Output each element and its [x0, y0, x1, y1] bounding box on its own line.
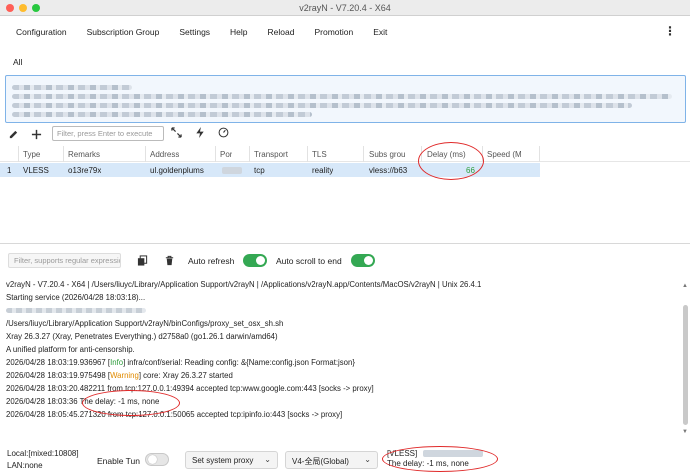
- menu-reload[interactable]: Reload: [258, 27, 305, 37]
- row-address: ul.goldenplums: [150, 166, 204, 175]
- auto-refresh-toggle[interactable]: [243, 254, 267, 267]
- scroll-up-arrow[interactable]: ▲: [682, 283, 688, 289]
- menu-subscription-group[interactable]: Subscription Group: [77, 27, 170, 37]
- menu-promotion[interactable]: Promotion: [304, 27, 363, 37]
- log-line: 2026/04/28 18:03:19.936967 [Info] infra/…: [6, 358, 355, 367]
- title-bar: v2rayN - V7.20.4 - X64: [0, 0, 690, 16]
- auto-scroll-label: Auto scroll to end: [276, 256, 342, 266]
- log-line-redacted: [6, 304, 678, 317]
- log-filter-input[interactable]: Filter, supports regular expression: [8, 253, 121, 268]
- trash-icon[interactable]: [164, 255, 175, 266]
- header-type[interactable]: Type: [23, 150, 40, 159]
- header-subs-group[interactable]: Subs grou: [369, 150, 405, 159]
- row-transport: tcp: [254, 166, 265, 175]
- log-line: /Users/liuyc/Library/Application Support…: [6, 319, 284, 328]
- auto-refresh-label: Auto refresh: [188, 256, 235, 266]
- menu-configuration[interactable]: Configuration: [6, 27, 77, 37]
- log-line: Starting service (2026/04/28 18:03:18)..…: [6, 293, 146, 302]
- server-type: [VLESS]: [387, 449, 418, 458]
- minimize-window-button[interactable]: [19, 4, 27, 12]
- speedometer-icon[interactable]: [218, 127, 229, 140]
- edit-icon[interactable]: [6, 127, 20, 141]
- expand-icon[interactable]: [171, 127, 182, 140]
- chevron-down-icon: ⌄: [364, 455, 371, 464]
- app-window: v2rayN - V7.20.4 - X64 Configuration Sub…: [0, 0, 690, 476]
- log-line: A unified platform for anti-censorship.: [6, 345, 135, 354]
- close-window-button[interactable]: [6, 4, 14, 12]
- scroll-down-arrow[interactable]: ▼: [682, 429, 688, 435]
- row-subs: vless://b63: [369, 166, 408, 175]
- local-status: Local:[mixed:10808]: [7, 449, 79, 458]
- server-toolbar: [6, 126, 52, 142]
- routing-select[interactable]: V4-全局(Global) ⌄: [285, 451, 378, 469]
- header-port[interactable]: Por: [220, 150, 232, 159]
- server-filter-input[interactable]: Filter, press Enter to execute: [52, 126, 164, 141]
- bolt-icon[interactable]: [195, 127, 205, 140]
- header-delay[interactable]: Delay (ms): [427, 150, 466, 159]
- window-controls: [6, 4, 40, 12]
- toolbar-actions: [171, 127, 229, 140]
- panel-splitter[interactable]: [0, 243, 690, 244]
- lan-status: LAN:none: [7, 461, 43, 470]
- row-remarks: o13re79x: [68, 166, 102, 175]
- header-remarks[interactable]: Remarks: [68, 150, 100, 159]
- log-line: 2026/04/28 18:05:45.271320 from tcp:127.…: [6, 410, 343, 419]
- more-vertical-icon[interactable]: ⋮: [664, 24, 676, 38]
- local-port-status: Local:[mixed:10808] LAN:none: [7, 448, 79, 472]
- row-index: 1: [7, 166, 12, 175]
- current-server-status[interactable]: [VLESS] The delay: -1 ms, none: [387, 449, 537, 471]
- log-line: Xray 26.3.27 (Xray, Penetrates Everythin…: [6, 332, 278, 341]
- row-delay: 66: [466, 166, 475, 175]
- window-title: v2rayN - V7.20.4 - X64: [299, 2, 391, 13]
- header-speed[interactable]: Speed (M: [487, 150, 522, 159]
- menu-settings[interactable]: Settings: [169, 27, 220, 37]
- server-table-header: Type Remarks Address Por Transport TLS S…: [0, 146, 690, 162]
- row-port: [222, 166, 242, 175]
- enable-tun-toggle[interactable]: [145, 453, 169, 466]
- menu-bar: Configuration Subscription Group Setting…: [6, 22, 397, 42]
- log-panel[interactable]: v2rayN - V7.20.4 - X64 | /Users/liuyc/Li…: [6, 278, 678, 428]
- log-scrollbar[interactable]: [683, 305, 688, 425]
- table-row[interactable]: 1 VLESS o13re79x ul.goldenplums tcp real…: [0, 163, 540, 177]
- add-icon[interactable]: [29, 127, 43, 141]
- enable-tun-label: Enable Tun: [97, 456, 141, 466]
- log-line: 2026/04/28 18:03:20.482211 from tcp:127.…: [6, 384, 374, 393]
- subscription-box[interactable]: [5, 75, 686, 123]
- tab-all[interactable]: All: [13, 57, 22, 67]
- menu-help[interactable]: Help: [220, 27, 257, 37]
- header-transport[interactable]: Transport: [254, 150, 288, 159]
- chevron-down-icon: ⌄: [264, 455, 271, 464]
- menu-exit[interactable]: Exit: [363, 27, 397, 37]
- auto-scroll-toggle[interactable]: [351, 254, 375, 267]
- copy-icon[interactable]: [137, 255, 148, 266]
- row-tls: reality: [312, 166, 334, 175]
- header-tls[interactable]: TLS: [312, 150, 327, 159]
- log-line: 2026/04/28 18:03:19.975498 [Warning] cor…: [6, 371, 233, 380]
- log-line: 2026/04/28 18:03:36 The delay: -1 ms, no…: [6, 397, 160, 406]
- log-line: v2rayN - V7.20.4 - X64 | /Users/liuyc/Li…: [6, 280, 482, 289]
- server-delay: The delay: -1 ms, none: [387, 459, 469, 468]
- system-proxy-select[interactable]: Set system proxy ⌄: [185, 451, 278, 469]
- row-type: VLESS: [23, 166, 49, 175]
- maximize-window-button[interactable]: [32, 4, 40, 12]
- header-address[interactable]: Address: [150, 150, 179, 159]
